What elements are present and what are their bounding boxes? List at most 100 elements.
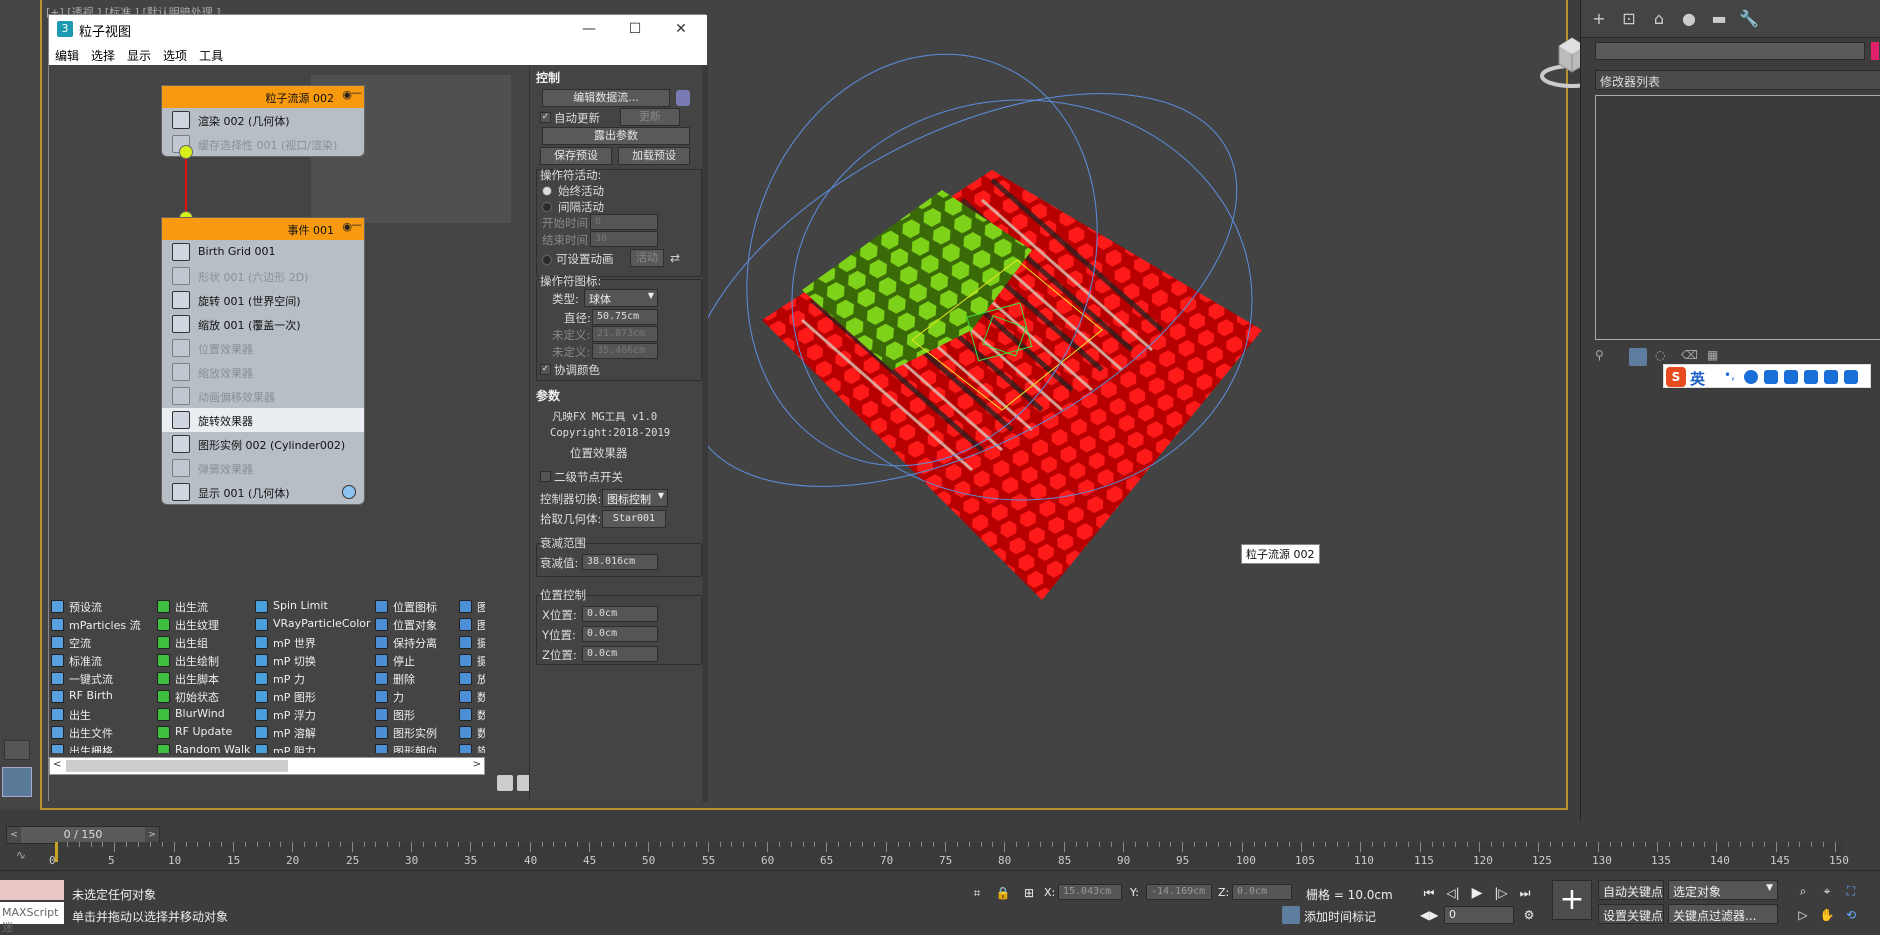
ime-language[interactable]: 英 <box>1690 368 1705 389</box>
save-preset-button[interactable]: 保存预设 <box>540 147 612 165</box>
skin-icon[interactable] <box>1824 370 1838 384</box>
auto-update-checkbox[interactable]: ✓ <box>540 112 551 123</box>
selected-object-dropdown[interactable]: 选定对象 ▼ <box>1668 880 1778 900</box>
depot-item[interactable]: 旋转 <box>459 743 485 753</box>
depot-item[interactable]: Random Walk <box>157 743 250 753</box>
panel-scrollbar[interactable] <box>702 65 708 802</box>
operator-birth-grid[interactable]: Birth Grid 001 <box>162 240 364 264</box>
operator-render[interactable]: 渲染 002 (几何体) <box>162 108 364 132</box>
go-to-end-icon[interactable]: ⏭ <box>1516 884 1534 902</box>
depot-item[interactable]: 保持分离 <box>375 635 437 650</box>
depot-item[interactable]: 位置对象 <box>375 617 437 632</box>
utilities-tab-icon[interactable]: 🔧 <box>1737 8 1761 30</box>
modify-tab-icon[interactable]: ⊡ <box>1617 8 1641 30</box>
viewport-layout-button[interactable] <box>2 767 32 797</box>
interval-active-radio[interactable] <box>542 202 552 212</box>
hierarchy-tab-icon[interactable]: ⌂ <box>1647 8 1671 30</box>
depot-item[interactable]: RF Birth <box>51 689 113 704</box>
depot-item[interactable]: 图形快照 <box>459 617 485 632</box>
timeline-ruler[interactable]: 0 5 10 15 20 25 30 35 40 45 50 55 60 65 70 75 80 85 90 95 10… <box>49 842 1849 868</box>
diameter-spinner[interactable]: 50.75cm <box>592 309 658 325</box>
edit-flow-button[interactable]: 编辑数据流... <box>542 89 670 107</box>
source-node[interactable]: 粒子流源 002 ◉ — 渲染 002 (几何体) 缓存选择性 001 (视口/… <box>161 85 365 157</box>
x-coord-field[interactable]: 15.043cm <box>1058 884 1122 900</box>
depot-item[interactable]: mP 图形 <box>255 689 316 704</box>
end-time-spinner[interactable]: 30 <box>590 231 658 247</box>
add-time-tag[interactable]: 添加时间标记 <box>1304 908 1376 925</box>
depot-item[interactable]: 放置绘制 <box>459 671 485 686</box>
activity-button[interactable]: 活动 <box>630 249 664 267</box>
depot-item[interactable]: 出生脚本 <box>157 671 219 686</box>
depot-item[interactable]: 数据图标 <box>459 689 485 704</box>
maximize-button[interactable]: ☐ <box>615 17 655 41</box>
secondary-switch-checkbox[interactable] <box>540 471 551 482</box>
scroll-right-icon[interactable]: > <box>473 759 481 770</box>
depot-item[interactable]: 一键式流 <box>51 671 113 686</box>
control-rollout-title[interactable]: 控制 <box>536 69 560 87</box>
collapse-icon[interactable]: — <box>351 86 362 99</box>
y-coord-field[interactable]: -14.169cm <box>1146 884 1212 900</box>
controller-dropdown[interactable]: 图标控制 ▼ <box>602 489 668 507</box>
maxscript-listener[interactable] <box>0 880 64 900</box>
toolbox-icon[interactable] <box>1844 370 1858 384</box>
menu-options[interactable]: 选项 <box>157 43 193 64</box>
coordinate-color-checkbox[interactable]: ✓ <box>540 364 551 375</box>
menu-tools[interactable]: 工具 <box>193 43 229 64</box>
operator-spring-effector[interactable]: 弹簧效果器 <box>162 456 364 480</box>
time-slider-handle[interactable] <box>55 842 58 862</box>
load-preset-button[interactable]: 加载预设 <box>618 147 690 165</box>
source-output-pin[interactable] <box>179 145 193 159</box>
go-to-start-icon[interactable]: ⏮ <box>1420 884 1438 902</box>
object-name-field[interactable] <box>1595 42 1865 60</box>
pick-geometry-button[interactable]: Star001 <box>602 510 666 528</box>
object-color-swatch[interactable] <box>1871 42 1879 60</box>
depot-item[interactable]: 出生文件 <box>51 725 113 740</box>
display-color-swatch[interactable] <box>342 485 356 499</box>
pan-icon[interactable] <box>497 775 513 791</box>
depot-item[interactable]: 摄影机 <box>459 635 485 650</box>
operator-shape-instance[interactable]: 图形实例 002 (Cylinder002) <box>162 432 364 456</box>
scrollbar-thumb[interactable] <box>66 760 288 772</box>
menu-display[interactable]: 显示 <box>121 43 157 64</box>
refresh-icon[interactable]: ⇄ <box>670 251 684 265</box>
show-end-result-icon[interactable] <box>1629 348 1647 366</box>
animatable-radio[interactable] <box>542 255 552 265</box>
z-position-spinner[interactable]: 0.0cm <box>582 646 658 662</box>
motion-tab-icon[interactable]: ● <box>1677 8 1701 30</box>
depot-item[interactable]: 摄影机消 <box>459 653 485 668</box>
always-active-radio[interactable] <box>542 186 552 196</box>
collapse-icon[interactable]: — <box>351 218 362 231</box>
orbit-icon[interactable]: ⟲ <box>1842 906 1860 924</box>
depot-item[interactable]: mP 阻力 <box>255 743 316 753</box>
depot-item[interactable]: mP 世界 <box>255 635 316 650</box>
isolate-icon[interactable]: ⌗ <box>968 884 986 902</box>
expand-arrow-button[interactable] <box>4 740 30 760</box>
keyboard-icon[interactable] <box>1784 370 1798 384</box>
operator-scale[interactable]: 缩放 001 (覆盖一次) <box>162 312 364 336</box>
absolute-mode-icon[interactable]: ⊞ <box>1020 884 1038 902</box>
operator-display[interactable]: 显示 001 (几何体) <box>162 480 364 504</box>
source-node-header[interactable]: 粒子流源 002 ◉ — <box>162 86 364 108</box>
set-key-plus-icon[interactable]: + <box>1552 880 1592 920</box>
depot-item[interactable]: 出生组 <box>157 635 208 650</box>
emoji-icon[interactable] <box>1744 370 1758 384</box>
maxscript-input[interactable]: MAXScript 迷 <box>0 902 64 934</box>
depot-item[interactable]: 出生绘制 <box>157 653 219 668</box>
depot-item[interactable]: 力 <box>375 689 404 704</box>
z-coord-field[interactable]: 0.0cm <box>1232 884 1292 900</box>
y-position-spinner[interactable]: 0.0cm <box>582 626 658 642</box>
key-filters-button[interactable]: 关键点过滤器... <box>1668 904 1778 924</box>
close-button[interactable]: ✕ <box>661 17 701 41</box>
depot-item[interactable]: BlurWind <box>157 707 225 722</box>
depot-item[interactable]: 停止 <box>375 653 415 668</box>
depot-item[interactable]: 空流 <box>51 635 91 650</box>
set-key-button[interactable]: 设置关键点 <box>1598 904 1664 924</box>
depot-item[interactable]: 数据预设 <box>459 725 485 740</box>
prev-key-icon[interactable]: ◁| <box>1444 884 1462 902</box>
zoom-all-icon[interactable]: ⌖ <box>1818 882 1836 900</box>
sogou-logo-icon[interactable]: S <box>1666 367 1686 387</box>
operator-rotation-effector[interactable]: 旋转效果器 <box>162 408 364 432</box>
expose-params-button[interactable]: 露出参数 <box>542 127 690 145</box>
operator-anim-offset-effector[interactable]: 动画偏移效果器 <box>162 384 364 408</box>
fov-icon[interactable]: ▷ <box>1794 906 1812 924</box>
